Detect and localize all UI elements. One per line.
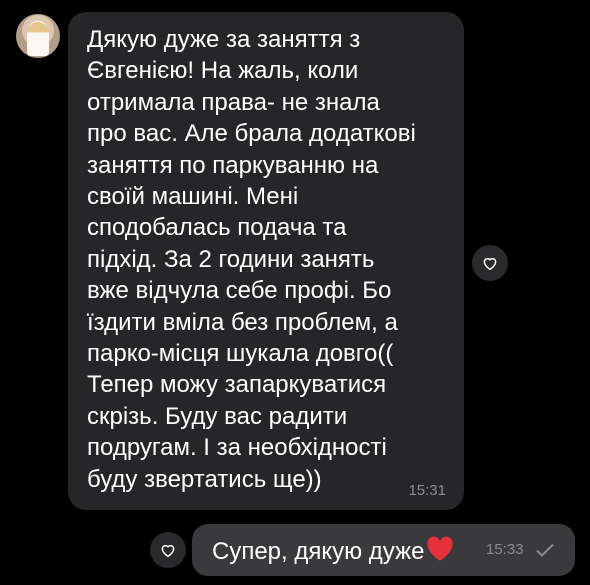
outgoing-message-text: Супер, дякую дуже: [212, 538, 425, 565]
avatar-photo: [27, 22, 49, 56]
react-button-outgoing[interactable]: [150, 532, 186, 568]
incoming-message-time: 15:31: [408, 482, 446, 499]
outgoing-message-time: 15:33: [486, 541, 524, 558]
heart-outline-icon: [483, 257, 497, 271]
incoming-message-text: Дякую дуже за заняття з Євгенією! На жал…: [87, 26, 416, 493]
react-button-incoming[interactable]: [472, 245, 508, 281]
sender-avatar[interactable]: [16, 14, 60, 58]
heart-outline-icon: [161, 544, 175, 558]
outgoing-message-content: Супер, дякую дуже: [212, 536, 454, 566]
outgoing-message-bubble[interactable]: Супер, дякую дуже 15:33: [192, 524, 575, 576]
checkmark-icon: [536, 543, 554, 557]
red-heart-icon: [428, 536, 453, 561]
incoming-message-bubble[interactable]: Дякую дуже за заняття з Євгенією! На жал…: [68, 12, 464, 510]
